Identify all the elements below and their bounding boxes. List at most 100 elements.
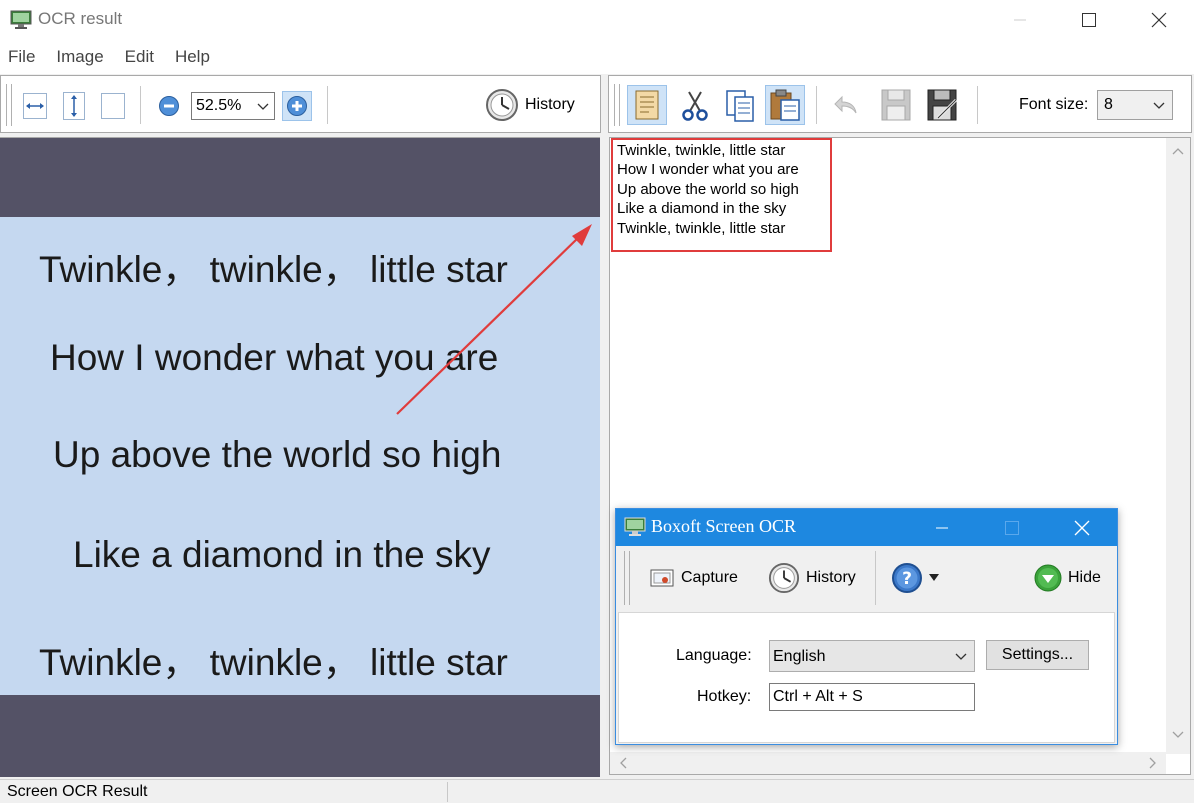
fit-width-icon	[23, 93, 47, 119]
ocr-window-titlebar[interactable]: Boxoft Screen OCR	[616, 509, 1117, 546]
image-text-line: Up above the world so high	[53, 434, 502, 475]
capture-icon	[650, 569, 674, 587]
toolbar-separator	[875, 551, 876, 605]
hide-label: Hide	[1068, 569, 1101, 586]
status-text: Screen OCR Result	[7, 783, 148, 800]
language-select[interactable]: English	[769, 640, 975, 672]
menu-help[interactable]: Help	[175, 47, 210, 67]
menu-edit[interactable]: Edit	[125, 47, 154, 67]
zoom-out-icon	[159, 96, 179, 116]
title-bar: OCR result	[0, 0, 1194, 40]
settings-button[interactable]: Settings...	[986, 640, 1089, 670]
minimize-icon	[1014, 19, 1026, 21]
fit-height-button[interactable]	[59, 91, 89, 121]
zoom-out-button[interactable]	[154, 91, 184, 121]
ocr-window-title: Boxoft Screen OCR	[651, 516, 796, 536]
save-as-button[interactable]	[925, 87, 961, 123]
actual-size-button[interactable]	[98, 91, 128, 121]
zoom-select[interactable]: 52.5%	[191, 92, 275, 120]
capture-button[interactable]: Capture	[649, 561, 738, 595]
paste-icon	[770, 89, 800, 121]
image-toolbar: 52.5% History	[0, 75, 601, 133]
toolbar-grip[interactable]	[614, 84, 620, 126]
horizontal-scrollbar[interactable]	[610, 752, 1166, 774]
language-label: Language:	[676, 647, 752, 664]
capture-label: Capture	[681, 569, 738, 586]
ocr-maximize-button[interactable]	[988, 509, 1036, 546]
scissors-icon	[682, 91, 708, 121]
ocr-text-line: Like a diamond in the sky	[617, 200, 787, 217]
svg-text:?: ?	[902, 569, 912, 589]
ocr-text-line: How I wonder what you are	[617, 161, 799, 178]
font-size-select[interactable]: 8	[1097, 90, 1173, 120]
toolbar-separator	[816, 86, 817, 124]
minimize-icon	[936, 527, 948, 528]
ocr-window-toolbar: Capture History ? Hide	[616, 547, 1117, 609]
status-bar: Screen OCR Result	[0, 779, 1194, 803]
maximize-icon	[1082, 13, 1096, 27]
vertical-scrollbar[interactable]	[1166, 138, 1190, 754]
hotkey-label: Hotkey:	[697, 688, 752, 705]
minimize-button[interactable]	[985, 0, 1055, 40]
page-icon	[101, 93, 125, 119]
toolbar-separator	[977, 86, 978, 124]
hotkey-field[interactable]: Ctrl + Alt + S	[769, 683, 975, 711]
scroll-left-icon[interactable]	[618, 757, 628, 769]
chevron-down-icon	[1153, 102, 1165, 109]
history-button[interactable]: History	[485, 88, 575, 122]
scroll-right-icon[interactable]	[1148, 757, 1158, 769]
window-title: OCR result	[38, 9, 123, 28]
zoom-value: 52.5%	[196, 97, 242, 114]
scroll-down-icon[interactable]	[1172, 730, 1184, 740]
ocr-close-button[interactable]	[1058, 509, 1106, 546]
ocr-text-line: Twinkle, twinkle, little star	[617, 142, 786, 159]
save-button[interactable]	[879, 87, 913, 123]
history-clock-icon	[486, 89, 518, 121]
save-icon	[881, 89, 911, 121]
image-preview-pane[interactable]: Twinkle， twinkle， little star How I wond…	[0, 137, 600, 777]
save-as-icon	[927, 89, 958, 121]
fit-height-icon	[63, 92, 85, 120]
font-size-label: Font size:	[1019, 96, 1089, 113]
menu-file[interactable]: File	[8, 47, 35, 67]
history-label: History	[525, 96, 575, 113]
undo-button[interactable]	[831, 90, 861, 120]
text-toolbar: Font size: 8	[608, 75, 1192, 133]
paste-button[interactable]	[765, 85, 805, 125]
cut-button[interactable]	[679, 88, 711, 122]
maximize-button[interactable]	[1054, 0, 1124, 40]
close-icon	[1074, 520, 1090, 535]
undo-icon	[834, 95, 857, 114]
status-separator	[447, 782, 448, 802]
copy-icon	[726, 90, 754, 122]
image-text-line: Like a diamond in the sky	[73, 534, 491, 575]
zoom-in-button[interactable]	[282, 91, 312, 121]
toolbar-grip[interactable]	[6, 84, 12, 126]
image-text-line: Twinkle， twinkle， little star	[39, 249, 508, 290]
scroll-up-icon[interactable]	[1172, 146, 1184, 156]
app-monitor-icon	[624, 517, 646, 536]
menu-bar: File Image Edit Help	[0, 40, 1194, 74]
copy-button[interactable]	[723, 88, 757, 124]
app-monitor-icon	[10, 10, 32, 29]
ocr-text-line: Up above the world so high	[617, 181, 799, 198]
help-icon: ?	[892, 563, 922, 593]
dropdown-triangle-icon	[929, 574, 939, 581]
help-button[interactable]: ?	[891, 561, 939, 595]
ocr-history-button[interactable]: History	[768, 561, 856, 595]
image-text-line: How I wonder what you are	[50, 337, 499, 378]
toolbar-separator	[327, 86, 328, 124]
toolbar-separator	[140, 86, 141, 124]
ocr-minimize-button[interactable]	[918, 509, 966, 546]
ocr-settings-panel: Language: English Settings... Hotkey: Ct…	[618, 612, 1115, 743]
chevron-down-icon	[955, 653, 967, 660]
close-icon	[1151, 12, 1167, 28]
text-format-button[interactable]	[627, 85, 667, 125]
fit-width-button[interactable]	[20, 91, 50, 121]
toolbar-grip[interactable]	[624, 551, 630, 605]
document-text-icon	[635, 90, 659, 120]
font-size-value: 8	[1104, 96, 1113, 113]
menu-image[interactable]: Image	[56, 47, 103, 67]
close-button[interactable]	[1124, 0, 1194, 40]
hide-button[interactable]: Hide	[1034, 561, 1101, 595]
